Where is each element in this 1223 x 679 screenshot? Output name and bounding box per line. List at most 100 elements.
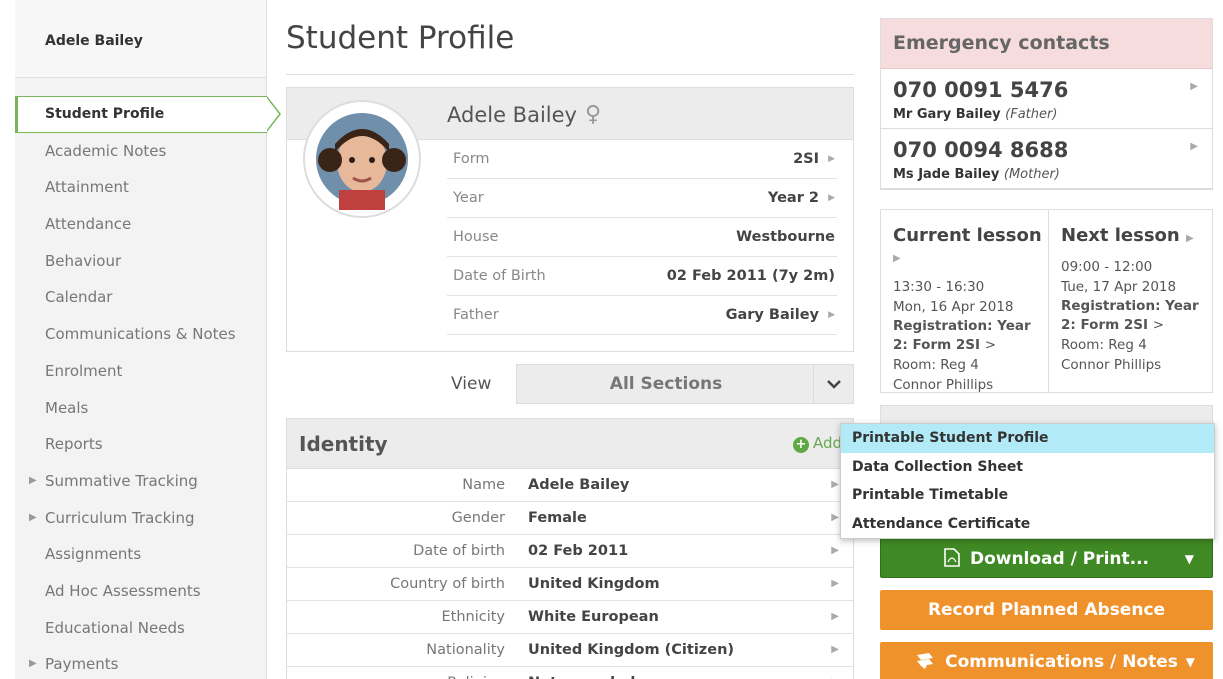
contact-phone-number[interactable]: 070 0094 8688 [893,138,1068,162]
profile-row-value[interactable]: Gary Bailey [726,296,819,335]
sidebar-item[interactable]: Enrolment [15,353,267,390]
sidebar-item[interactable]: Calendar [15,279,267,316]
arrow-right-icon[interactable]: ▶ [831,667,839,679]
current-lesson[interactable]: Current lesson ▶ 13:30 - 16:30 Mon, 16 A… [881,210,1047,394]
identity-row[interactable]: Date of birth 02 Feb 2011 ▶ [287,535,853,568]
sidebar-item[interactable]: Reports [15,426,267,463]
identity-row[interactable]: Religion Not recorded ▶ [287,667,853,679]
lesson-room: Room: Reg 4 [1061,337,1147,353]
caret-down-icon: ▼ [1184,552,1194,566]
identity-section: Identity + Add Name Adele Bailey ▶ Gender Fem… [286,418,854,679]
sidebar-user-name[interactable]: Adele Bailey [15,0,266,78]
arrow-right-icon[interactable]: ▶ [828,296,835,335]
expand-arrow-icon[interactable]: ▶ [29,646,37,679]
contact-name: Mr Gary Bailey (Father) [893,107,1058,122]
identity-row[interactable]: Country of birth United Kingdom ▶ [287,568,853,601]
sidebar-item[interactable]: Assignments [15,536,267,573]
arrow-right-icon[interactable]: ▶ [828,140,835,179]
lesson-room: Room: Reg 4 [893,357,979,373]
sidebar-item[interactable]: Educational Needs [15,610,267,647]
arrow-right-icon[interactable]: ▶ [831,568,839,600]
sidebar-item[interactable]: Behaviour [15,243,267,280]
plus-circle-icon: + [793,437,809,453]
arrow-right-icon[interactable]: ▶ [831,535,839,567]
print-menu-item[interactable]: Data Collection Sheet [841,453,1214,482]
lesson-date: Tue, 17 Apr 2018 [1061,279,1177,295]
sidebar-item[interactable]: ▶ Payments [15,646,267,679]
identity-header: Identity + Add [287,419,853,469]
sidebar-item[interactable]: Meals [15,390,267,427]
communications-notes-button[interactable]: Communications / Notes ▼ [880,642,1213,679]
profile-row-value[interactable]: 2SI [793,140,819,179]
download-print-button[interactable]: Download / Print... ▼ [880,538,1213,578]
print-options-menu: Printable Student Profile Data Collection… [840,423,1215,539]
sidebar-item[interactable]: Student Profile [15,96,281,133]
sidebar-item-label: Meals [45,398,89,417]
arrow-right-icon[interactable]: ▶ [831,502,839,534]
profile-row-label: Form [453,151,490,167]
divider [286,74,854,75]
arrow-right-icon[interactable]: ▶ [831,469,839,501]
lesson-registration-link[interactable]: Registration: Year 2: Form 2SI > [893,317,1047,355]
sidebar-item-label: Student Profile [45,106,165,122]
identity-row[interactable]: Name Adele Bailey ▶ [287,469,853,502]
sidebar-item-label: Attainment [45,178,129,197]
next-lesson[interactable]: Next lesson ▶ 09:00 - 12:00 Tue, 17 Apr … [1048,210,1214,392]
profile-row[interactable]: Year Year 2 ▶ [447,179,837,218]
identity-row[interactable]: Ethnicity White European ▶ [287,601,853,634]
lesson-registration-link[interactable]: Registration: Year 2: Form 2SI > [1061,297,1214,335]
student-name: Adele Bailey [447,103,577,127]
sidebar-nav: Student Profile Academic Notes Attainment A… [15,96,281,679]
print-menu-item[interactable]: Printable Timetable [841,481,1214,510]
add-identity-button[interactable]: + Add [793,434,842,453]
sidebar-item[interactable]: Communications & Notes [15,316,267,353]
sidebar-item-label: Academic Notes [45,141,167,160]
identity-row-value: Adele Bailey [528,477,630,493]
sidebar-item-label: Reports [45,435,103,454]
view-selected-value: All Sections [609,374,723,394]
sidebar: Adele Bailey Student Profile Academic Not… [15,0,281,679]
contact-list: 070 0091 5476 Mr Gary Bailey (Father) ▶ 070… [881,69,1212,189]
view-sections-select[interactable]: All Sections [516,364,854,404]
identity-title: Identity [299,432,388,456]
expand-arrow-icon[interactable]: ▶ [29,500,37,536]
arrow-right-icon[interactable]: ▶ [831,634,839,666]
identity-row-value: 02 Feb 2011 [528,543,629,559]
expand-arrow-icon[interactable]: ▶ [29,463,37,499]
arrow-right-icon[interactable]: ▶ [831,601,839,633]
emergency-contact[interactable]: 070 0094 8688 Ms Jade Bailey (Mother) ▶ [881,129,1212,189]
profile-row-value[interactable]: Year 2 [768,179,819,218]
lesson-date: Mon, 16 Apr 2018 [893,299,1014,315]
profile-row: Date of Birth 02 Feb 2011 (7y 2m) [447,257,837,296]
arrow-right-icon[interactable]: ▶ [828,179,835,218]
identity-row-value: Not recorded [528,667,635,679]
chevron-down-icon[interactable] [813,365,853,403]
arrow-right-icon[interactable]: ▶ [1190,141,1198,152]
sidebar-item[interactable]: Attainment [15,169,267,206]
arrow-right-icon[interactable]: ▶ [1190,81,1198,92]
profile-row[interactable]: Form 2SI ▶ [447,140,837,179]
identity-row-label: Gender [451,510,505,526]
record-planned-absence-button[interactable]: Record Planned Absence [880,590,1213,630]
profile-row[interactable]: Father Gary Bailey ▶ [447,296,837,335]
print-menu-item[interactable]: Printable Student Profile [841,424,1214,453]
next-lesson-title[interactable]: Next lesson ▶ [1061,226,1214,249]
sidebar-item[interactable]: ▶ Curriculum Tracking [15,500,267,537]
contact-phone-number[interactable]: 070 0091 5476 [893,78,1068,102]
emergency-contact[interactable]: 070 0091 5476 Mr Gary Bailey (Father) ▶ [881,69,1212,129]
identity-row[interactable]: Gender Female ▶ [287,502,853,535]
profile-row-label: Date of Birth [453,268,546,284]
sidebar-item[interactable]: Attendance [15,206,267,243]
print-menu-item[interactable]: Attendance Certificate [841,510,1214,539]
sidebar-item[interactable]: Academic Notes [15,133,267,170]
sidebar-item-label: Curriculum Tracking [45,508,195,527]
sidebar-item[interactable]: ▶ Summative Tracking [15,463,267,500]
identity-row[interactable]: Nationality United Kingdom (Citizen) ▶ [287,634,853,667]
sidebar-item[interactable]: Ad Hoc Assessments [15,573,267,610]
identity-row-label: Ethnicity [441,609,505,625]
current-lesson-title[interactable]: Current lesson ▶ [893,226,1047,269]
identity-row-label: Date of birth [413,543,505,559]
view-label: View [451,374,492,394]
sidebar-item-label: Ad Hoc Assessments [45,581,201,600]
contact-name: Ms Jade Bailey (Mother) [893,167,1060,182]
